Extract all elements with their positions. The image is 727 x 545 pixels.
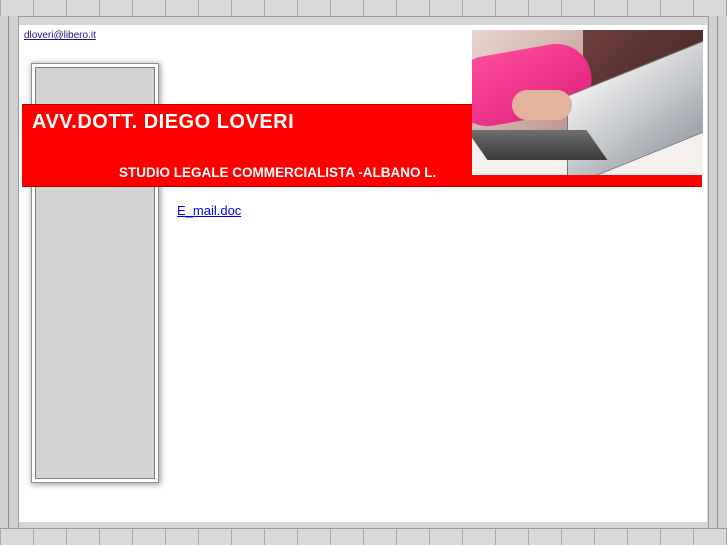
- laptop-photo: [472, 30, 703, 175]
- banner-title: AVV.DOTT. DIEGO LOVERI: [32, 111, 295, 133]
- laptop-keyboard: [472, 130, 608, 160]
- left-frame-border: [0, 16, 19, 529]
- bottom-ruler: [0, 528, 727, 545]
- top-ruler: [0, 0, 727, 17]
- email-link[interactable]: dloveri@libero.it: [24, 30, 96, 41]
- banner-subtitle: STUDIO LEGALE COMMERCIALISTA -ALBANO L.: [119, 165, 437, 180]
- email-doc-link[interactable]: E_mail.doc: [177, 203, 241, 218]
- photo-hand: [512, 90, 572, 120]
- right-frame-border: [708, 16, 727, 529]
- page-canvas: dloveri@libero.it AVV.DOTT. DIEGO LOVERI…: [19, 25, 707, 522]
